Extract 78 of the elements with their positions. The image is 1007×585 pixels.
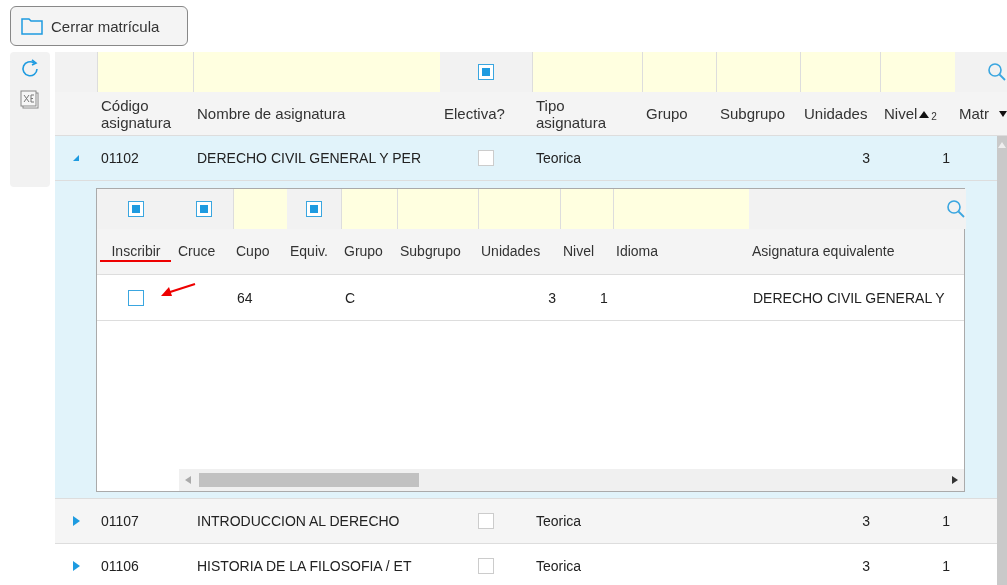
table-cell-text: 1 xyxy=(941,512,951,531)
column-header[interactable]: Nivel xyxy=(560,229,613,274)
checkbox[interactable] xyxy=(478,513,494,529)
horizontal-scrollbar[interactable] xyxy=(179,469,964,491)
scroll-up-icon[interactable] xyxy=(998,142,1006,148)
column-header[interactable]: Cupo xyxy=(233,229,287,274)
checkbox[interactable] xyxy=(478,150,494,166)
column-header[interactable]: Equiv. xyxy=(287,229,341,274)
filter-checkbox[interactable] xyxy=(196,201,212,217)
filter-checkbox[interactable] xyxy=(306,201,322,217)
folder-icon xyxy=(21,17,43,35)
table-cell-text: 3 xyxy=(861,149,871,168)
column-header[interactable]: Asignatura equivalente xyxy=(749,229,966,274)
filter-field[interactable] xyxy=(397,189,478,229)
column-header[interactable]: Grupo xyxy=(341,229,397,274)
filter-field[interactable] xyxy=(532,52,642,92)
table-cell-text: 3 xyxy=(861,512,871,531)
filter-field[interactable] xyxy=(560,189,613,229)
table-cell-text: INTRODUCCION AL DERECHO xyxy=(196,512,401,531)
sort-order: 2 xyxy=(931,110,937,124)
table-cell-text: DERECHO CIVIL GENERAL Y PER xyxy=(196,149,423,168)
column-header[interactable]: Idioma xyxy=(613,229,749,274)
table-cell-text: 1 xyxy=(599,288,609,308)
table-cell-text: Teorica xyxy=(535,557,583,576)
filter-field[interactable] xyxy=(880,52,955,92)
table-row[interactable]: 01107 INTRODUCCION AL DERECHO Teorica 3 1 xyxy=(55,499,997,544)
column-header[interactable]: Grupo xyxy=(642,92,716,135)
filter-field[interactable] xyxy=(613,189,749,229)
table-row[interactable]: 01102 DERECHO CIVIL GENERAL Y PER Teorica 3 1 xyxy=(55,136,997,181)
table-cell-text: Teorica xyxy=(535,149,583,168)
filter-field[interactable] xyxy=(716,52,800,92)
collapse-icon[interactable] xyxy=(72,154,80,162)
column-header[interactable]: Inscribir xyxy=(97,229,175,274)
filter-field[interactable] xyxy=(97,52,193,92)
column-header[interactable]: Tipo asignatura xyxy=(532,92,642,135)
table-cell-text: 3 xyxy=(861,557,871,576)
column-header[interactable]: Unidades xyxy=(800,92,880,135)
table-cell-text: 1 xyxy=(941,149,951,168)
filter-field[interactable] xyxy=(642,52,716,92)
table-cell-text: C xyxy=(344,288,357,308)
filter-field[interactable] xyxy=(193,52,440,92)
table-cell-text: 1 xyxy=(941,557,951,576)
table-cell-text: 01106 xyxy=(100,557,140,576)
column-header[interactable]: Matr xyxy=(955,92,1007,135)
column-header[interactable]: Electiva? xyxy=(440,92,532,135)
column-header[interactable]: Nombre de asignatura xyxy=(193,92,440,135)
vertical-scrollbar[interactable] xyxy=(997,136,1007,585)
filter-checkbox[interactable] xyxy=(478,64,494,80)
filter-field[interactable] xyxy=(341,189,397,229)
close-enrollment-button[interactable]: Cerrar matrícula xyxy=(10,6,188,46)
spreadsheet-icon[interactable] xyxy=(20,90,40,110)
table-cell-text: Teorica xyxy=(535,512,583,531)
checkbox[interactable] xyxy=(478,558,494,574)
table-cell-text: HISTORIA DE LA FILOSOFIA / ET xyxy=(196,557,413,576)
table-cell-text: 64 xyxy=(236,288,254,308)
table-cell-text: 3 xyxy=(547,288,557,308)
expand-icon[interactable] xyxy=(72,516,80,526)
refresh-icon[interactable] xyxy=(19,58,41,80)
table-cell-text: 01102 xyxy=(100,149,140,168)
filter-field[interactable] xyxy=(478,189,560,229)
scroll-right-icon[interactable] xyxy=(952,476,958,484)
enroll-checkbox[interactable] xyxy=(128,289,144,306)
search-icon[interactable] xyxy=(946,199,966,219)
expand-icon[interactable] xyxy=(72,561,80,571)
column-header[interactable]: Unidades xyxy=(478,229,560,274)
caret-icon[interactable] xyxy=(999,110,1007,117)
column-header[interactable]: Nivel 2 xyxy=(880,92,955,135)
column-header[interactable]: Subgrupo xyxy=(397,229,478,274)
column-header[interactable]: Cruce xyxy=(175,229,233,274)
scroll-left-icon[interactable] xyxy=(185,476,191,484)
column-header[interactable]: Subgrupo xyxy=(716,92,800,135)
search-icon[interactable] xyxy=(987,62,1007,82)
filter-field[interactable] xyxy=(233,189,287,229)
column-header[interactable]: Código asignatura xyxy=(97,92,193,135)
filter-field[interactable] xyxy=(800,52,880,92)
table-cell-text: 01107 xyxy=(100,512,140,531)
filter-checkbox[interactable] xyxy=(128,201,144,217)
table-cell-text: DERECHO CIVIL GENERAL Y xyxy=(752,288,946,308)
